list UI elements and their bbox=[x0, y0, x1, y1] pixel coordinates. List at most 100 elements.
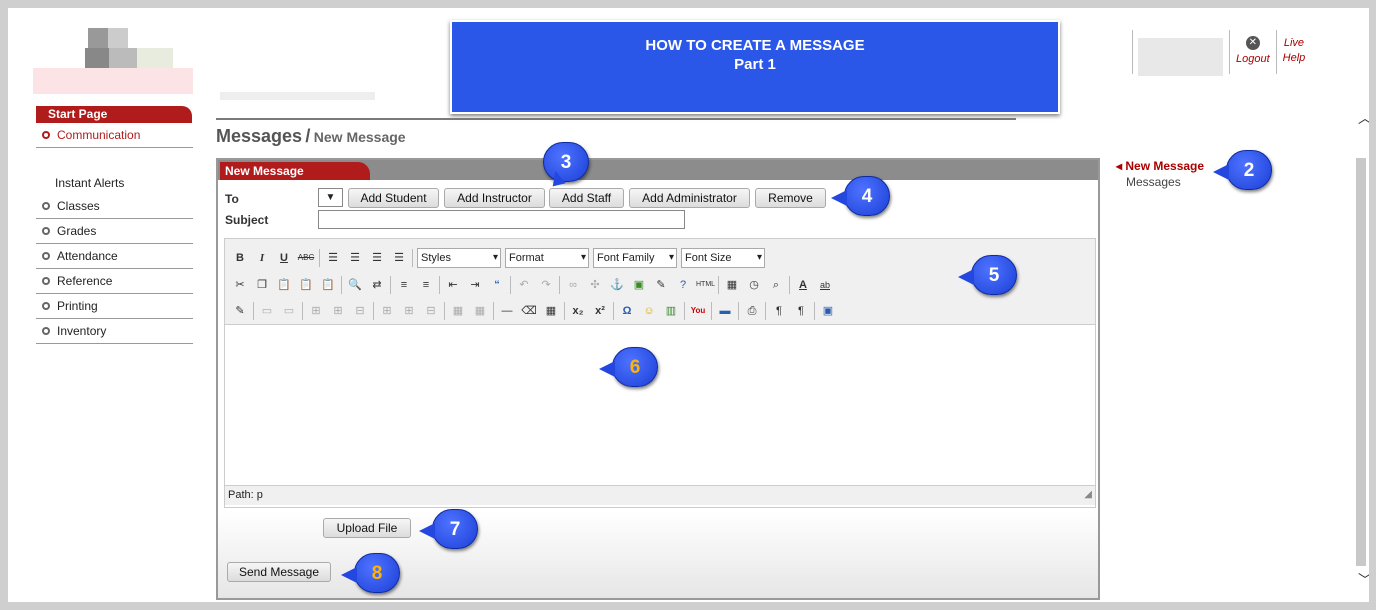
copy-icon[interactable]: ❐ bbox=[253, 276, 271, 294]
link-icon[interactable]: ∞ bbox=[564, 276, 582, 294]
to-label: To bbox=[225, 192, 239, 206]
message-body-input[interactable] bbox=[225, 325, 1095, 485]
merge-cells-icon[interactable]: ▦ bbox=[471, 302, 489, 320]
cut-icon[interactable]: ✂ bbox=[231, 276, 249, 294]
sidebar-item-communication[interactable]: Communication bbox=[36, 123, 193, 148]
undo-icon[interactable]: ↶ bbox=[515, 276, 533, 294]
right-nav-messages[interactable]: Messages bbox=[1126, 175, 1181, 189]
underline-icon[interactable]: U bbox=[275, 249, 293, 267]
anchor-icon[interactable]: ⚓ bbox=[608, 276, 626, 294]
unlink-icon[interactable]: ✣ bbox=[586, 276, 604, 294]
edit-css-icon[interactable]: ✎ bbox=[231, 302, 249, 320]
font-size-dropdown[interactable]: Font Size bbox=[681, 248, 765, 268]
delete-row-icon[interactable]: ⊟ bbox=[351, 302, 369, 320]
upload-file-button[interactable]: Upload File bbox=[323, 518, 411, 538]
redo-icon[interactable]: ↷ bbox=[537, 276, 555, 294]
print-icon[interactable]: ⎙ bbox=[743, 302, 761, 320]
logout-link[interactable]: ✕ Logout bbox=[1230, 30, 1276, 74]
live-help-link[interactable]: Live Help bbox=[1277, 30, 1312, 74]
paste-word-icon[interactable]: 📋 bbox=[319, 276, 337, 294]
insert-row-before-icon[interactable]: ⊞ bbox=[307, 302, 325, 320]
sidebar-item-grades[interactable]: Grades bbox=[36, 219, 193, 244]
paste-icon[interactable]: 📋 bbox=[275, 276, 293, 294]
align-center-icon[interactable]: ☰ bbox=[346, 249, 364, 267]
breadcrumb-section[interactable]: Messages bbox=[216, 126, 302, 146]
fullscreen-icon[interactable]: ▣ bbox=[819, 302, 837, 320]
strikethrough-icon[interactable]: ABC bbox=[297, 249, 315, 267]
remove-button[interactable]: Remove bbox=[755, 188, 826, 208]
callout-4: 4 bbox=[831, 176, 890, 216]
styles-dropdown[interactable]: Styles bbox=[417, 248, 501, 268]
breadcrumb-separator: / bbox=[305, 126, 311, 146]
text-color-icon[interactable]: A bbox=[794, 276, 812, 294]
send-message-button[interactable]: Send Message bbox=[227, 562, 331, 582]
sidebar-header[interactable]: Start Page bbox=[36, 106, 192, 123]
preview-icon[interactable]: ⌕ bbox=[767, 276, 785, 294]
banner-subtitle: Part 1 bbox=[734, 56, 776, 73]
bold-icon[interactable]: B bbox=[231, 249, 249, 267]
eraser-icon[interactable]: ⌫ bbox=[520, 302, 538, 320]
outdent-icon[interactable]: ⇤ bbox=[444, 276, 462, 294]
sidebar-item-printing[interactable]: Printing bbox=[36, 294, 193, 319]
align-justify-icon[interactable]: ☰ bbox=[390, 249, 408, 267]
add-instructor-button[interactable]: Add Instructor bbox=[444, 188, 545, 208]
blockquote-icon[interactable]: “ bbox=[488, 276, 506, 294]
insert-time-icon[interactable]: ◷ bbox=[745, 276, 763, 294]
insert-row-after-icon[interactable]: ⊞ bbox=[329, 302, 347, 320]
subject-input[interactable] bbox=[318, 210, 685, 229]
table-row-icon[interactable]: ▭ bbox=[258, 302, 276, 320]
right-nav-new-message[interactable]: ◂ New Message bbox=[1116, 159, 1204, 173]
add-student-button[interactable]: Add Student bbox=[348, 188, 439, 208]
media-icon[interactable]: ▥ bbox=[662, 302, 680, 320]
rtl-icon[interactable]: ¶ bbox=[792, 302, 810, 320]
table-cell-icon[interactable]: ▭ bbox=[280, 302, 298, 320]
find-icon[interactable]: 🔍 bbox=[346, 276, 364, 294]
sidebar-item-inventory[interactable]: Inventory bbox=[36, 319, 193, 344]
sidebar-item-instant-alerts[interactable]: Instant Alerts bbox=[55, 176, 124, 190]
table-icon[interactable]: ▦ bbox=[542, 302, 560, 320]
horizontal-rule-icon[interactable]: — bbox=[498, 302, 516, 320]
split-cells-icon[interactable]: ▦ bbox=[449, 302, 467, 320]
font-family-dropdown[interactable]: Font Family bbox=[593, 248, 677, 268]
youtube-icon[interactable]: You bbox=[689, 302, 707, 320]
insert-date-icon[interactable]: ▦ bbox=[723, 276, 741, 294]
insert-col-after-icon[interactable]: ⊞ bbox=[400, 302, 418, 320]
sidebar-item-reference[interactable]: Reference bbox=[36, 269, 193, 294]
indent-icon[interactable]: ⇥ bbox=[466, 276, 484, 294]
hr-icon[interactable]: ▬ bbox=[716, 302, 734, 320]
emoticon-icon[interactable]: ☺ bbox=[640, 302, 658, 320]
subscript-icon[interactable]: x₂ bbox=[569, 302, 587, 320]
panel-tab: New Message bbox=[220, 162, 370, 180]
numbered-list-icon[interactable]: ≡ bbox=[417, 276, 435, 294]
align-right-icon[interactable]: ☰ bbox=[368, 249, 386, 267]
add-administrator-button[interactable]: Add Administrator bbox=[629, 188, 750, 208]
bullet-icon bbox=[42, 252, 50, 260]
special-char-icon[interactable]: Ω bbox=[618, 302, 636, 320]
html-icon[interactable]: HTML bbox=[696, 276, 715, 294]
bullet-list-icon[interactable]: ≡ bbox=[395, 276, 413, 294]
highlight-color-icon[interactable]: ab bbox=[816, 276, 834, 294]
recipient-select[interactable]: ▼ bbox=[318, 188, 343, 207]
align-left-icon[interactable]: ☰ bbox=[324, 249, 342, 267]
italic-icon[interactable]: I bbox=[253, 249, 271, 267]
scroll-up-icon[interactable]: ︿ bbox=[1358, 108, 1369, 128]
add-staff-button[interactable]: Add Staff bbox=[549, 188, 624, 208]
delete-col-icon[interactable]: ⊟ bbox=[422, 302, 440, 320]
insert-col-before-icon[interactable]: ⊞ bbox=[378, 302, 396, 320]
sidebar-item-attendance[interactable]: Attendance bbox=[36, 244, 193, 269]
image-icon[interactable]: ▣ bbox=[630, 276, 648, 294]
breadcrumb-page: New Message bbox=[313, 129, 406, 145]
scrollbar-track[interactable] bbox=[1356, 158, 1366, 566]
replace-icon[interactable]: ⇄ bbox=[368, 276, 386, 294]
resize-handle-icon[interactable]: ◢ bbox=[1084, 486, 1092, 504]
ltr-icon[interactable]: ¶ bbox=[770, 302, 788, 320]
school-logo bbox=[33, 16, 193, 94]
format-dropdown[interactable]: Format bbox=[505, 248, 589, 268]
paste-text-icon[interactable]: 📋 bbox=[297, 276, 315, 294]
superscript-icon[interactable]: x² bbox=[591, 302, 609, 320]
bullet-icon bbox=[42, 227, 50, 235]
help-icon[interactable]: ? bbox=[674, 276, 692, 294]
cleanup-icon[interactable]: ✎ bbox=[652, 276, 670, 294]
sidebar-item-classes[interactable]: Classes bbox=[36, 194, 193, 219]
scroll-down-icon[interactable]: ﹀ bbox=[1358, 570, 1369, 590]
